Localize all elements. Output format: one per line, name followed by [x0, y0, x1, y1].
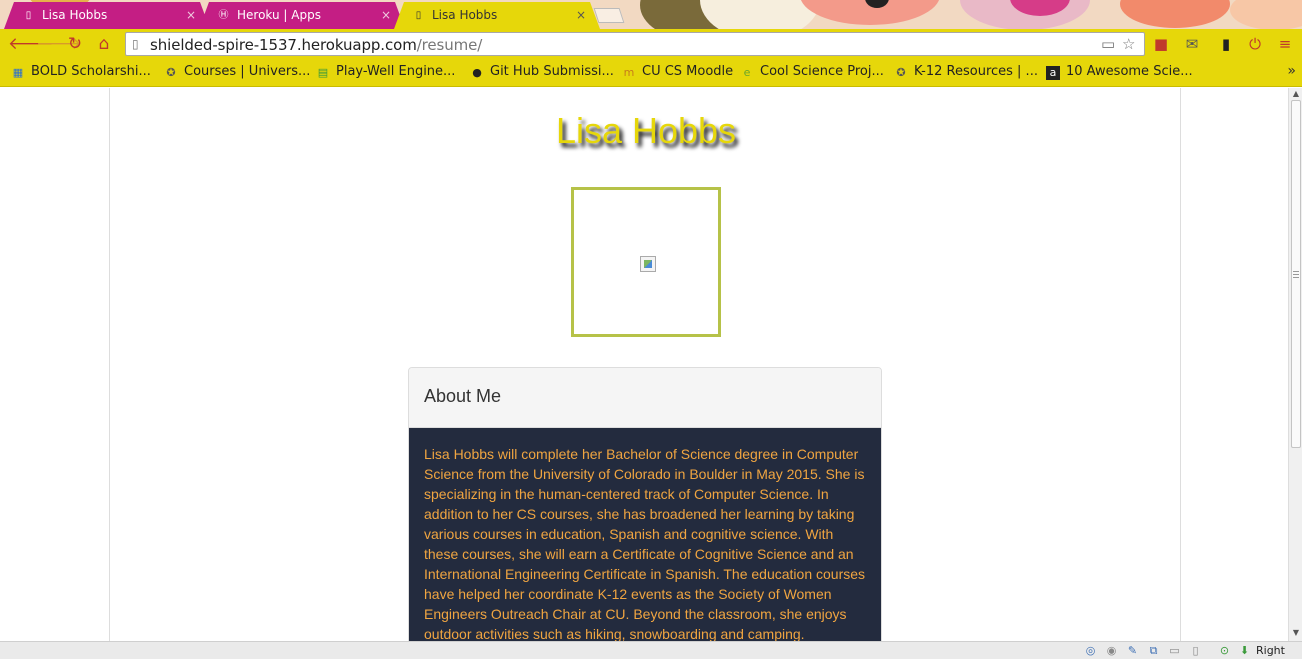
host-status-bar: ◎ ◉ ✎ ⧉ ▭ ▯ ⊙ ⬇ Right Ctrl	[0, 641, 1302, 659]
cu-logo-icon: ✪	[896, 66, 906, 79]
bookmark-label: Play-Well Engine...	[336, 64, 456, 79]
cu-logo-icon: ✪	[166, 66, 176, 79]
download-icon[interactable]: ⬇	[1237, 644, 1252, 658]
profile-photo-frame	[571, 187, 721, 337]
amazon-icon: a	[1046, 66, 1060, 80]
url-text: shielded-spire-1537.herokuapp.com/resume…	[150, 36, 482, 54]
doc-icon: ▤	[317, 66, 329, 79]
theme-decoration	[1230, 0, 1302, 29]
github-icon: ●	[472, 66, 482, 79]
theme-decoration	[1120, 0, 1230, 28]
browser-toolbar: 🡐 🡒 ↻ ⌂ ▯ shielded-spire-1537.herokuapp.…	[0, 29, 1302, 60]
reload-button[interactable]: ↻	[64, 33, 86, 55]
power-icon[interactable]: ⏻	[1245, 34, 1265, 54]
scroll-up-arrow-icon[interactable]: ▲	[1289, 88, 1302, 100]
close-icon[interactable]: ×	[576, 8, 586, 22]
reader-mode-icon[interactable]: ▭	[1101, 35, 1115, 53]
page-viewport: Lisa Hobbs About Me Lisa Hobbs will comp…	[0, 88, 1288, 641]
bookmark-courses[interactable]: ✪ Courses | Univers...	[164, 64, 310, 80]
bookmark-label: Courses | Univers...	[184, 64, 311, 79]
tab-label: Lisa Hobbs	[432, 8, 498, 22]
theme-decoration	[700, 0, 820, 29]
scroll-grip	[1293, 274, 1299, 275]
star-icon[interactable]: ☆	[1122, 35, 1135, 53]
mail-icon[interactable]: ✉	[1182, 34, 1202, 54]
phone-extension-icon[interactable]: ▮	[1216, 34, 1236, 54]
new-tab-button[interactable]	[593, 8, 625, 23]
tab-lisa-hobbs-active[interactable]: ▯ Lisa Hobbs ×	[394, 2, 600, 29]
cd-icon[interactable]: ◉	[1104, 644, 1119, 658]
page-icon: ▯	[25, 10, 32, 21]
tab-label: Lisa Hobbs	[42, 8, 108, 22]
calendar-icon: ▦	[12, 66, 24, 79]
bookmark-label: K-12 Resources | ...	[914, 64, 1038, 79]
about-me-panel: About Me Lisa Hobbs will complete her Ba…	[408, 367, 882, 641]
tab-lisa-hobbs-1[interactable]: ▯ Lisa Hobbs ×	[4, 2, 210, 29]
bookmark-label: BOLD Scholarshi...	[31, 64, 151, 79]
about-me-heading: About Me	[409, 368, 881, 428]
usb-icon[interactable]: ⊙	[1217, 644, 1232, 658]
page-title: Lisa Hobbs	[555, 110, 737, 151]
bookmark-cool-science[interactable]: e Cool Science Proj...	[740, 64, 884, 80]
bookmark-github[interactable]: ● Git Hub Submissi...	[470, 64, 614, 80]
forward-button[interactable]: 🡒	[36, 33, 82, 55]
storage-icon[interactable]: ◎	[1083, 644, 1098, 658]
heroku-icon: Ⓗ	[218, 10, 229, 21]
scrollbar-thumb[interactable]	[1291, 100, 1301, 448]
close-icon[interactable]: ×	[381, 8, 391, 22]
page-icon: ▯	[415, 10, 422, 21]
moodle-icon: m	[623, 66, 635, 79]
bookmark-play-well[interactable]: ▤ Play-Well Engine...	[316, 64, 456, 80]
tab-label: Heroku | Apps	[237, 8, 321, 22]
tab-heroku-apps[interactable]: Ⓗ Heroku | Apps ×	[199, 2, 405, 29]
scroll-grip	[1293, 277, 1299, 278]
bookmark-label: Cool Science Proj...	[760, 64, 884, 79]
network-icon[interactable]: ⧉	[1146, 644, 1161, 658]
close-icon[interactable]: ×	[186, 8, 196, 22]
pen-icon[interactable]: ✎	[1125, 644, 1140, 658]
scroll-down-arrow-icon[interactable]: ▼	[1289, 627, 1302, 639]
address-bar[interactable]: ▯ shielded-spire-1537.herokuapp.com/resu…	[125, 32, 1145, 56]
home-button[interactable]: ⌂	[93, 33, 115, 55]
about-me-body: Lisa Hobbs will complete her Bachelor of…	[409, 428, 881, 641]
scroll-grip	[1293, 271, 1299, 272]
bookmark-extension-icon[interactable]: ■	[1151, 34, 1171, 54]
page-icon: ▯	[132, 37, 139, 51]
vertical-scrollbar[interactable]: ▲ ▼	[1288, 88, 1302, 641]
back-button[interactable]: 🡐	[8, 33, 54, 55]
bookmark-bold-scholarship[interactable]: ▦ BOLD Scholarshi...	[11, 64, 151, 80]
bookmarks-bar: ▦ BOLD Scholarshi... ✪ Courses | Univers..…	[0, 60, 1302, 87]
folder-icon[interactable]: ▭	[1167, 644, 1182, 658]
page-container: Lisa Hobbs About Me Lisa Hobbs will comp…	[109, 88, 1181, 641]
bookmark-awesome-science[interactable]: a 10 Awesome Scie...	[1046, 64, 1193, 80]
url-path: /resume/	[416, 36, 483, 54]
host-key-label: Right Ctrl	[1256, 644, 1285, 659]
bookmark-label: CU CS Moodle	[642, 64, 734, 79]
url-host: shielded-spire-1537.herokuapp.com	[150, 36, 417, 54]
bookmark-label: Git Hub Submissi...	[490, 64, 614, 79]
menu-icon[interactable]: ≡	[1275, 34, 1295, 54]
bookmark-cu-cs-moodle[interactable]: m CU CS Moodle	[622, 64, 734, 80]
bookmarks-overflow-button[interactable]: »	[1287, 63, 1296, 79]
display-icon[interactable]: ▯	[1188, 644, 1203, 658]
tab-strip: ▯ Lisa Hobbs × Ⓗ Heroku | Apps × ▯ Lisa …	[0, 0, 1302, 29]
broken-image-icon	[640, 256, 656, 272]
bookmark-k12-resources[interactable]: ✪ K-12 Resources | ...	[894, 64, 1038, 80]
e-icon: e	[743, 66, 751, 79]
bookmark-label: 10 Awesome Scie...	[1066, 64, 1193, 79]
